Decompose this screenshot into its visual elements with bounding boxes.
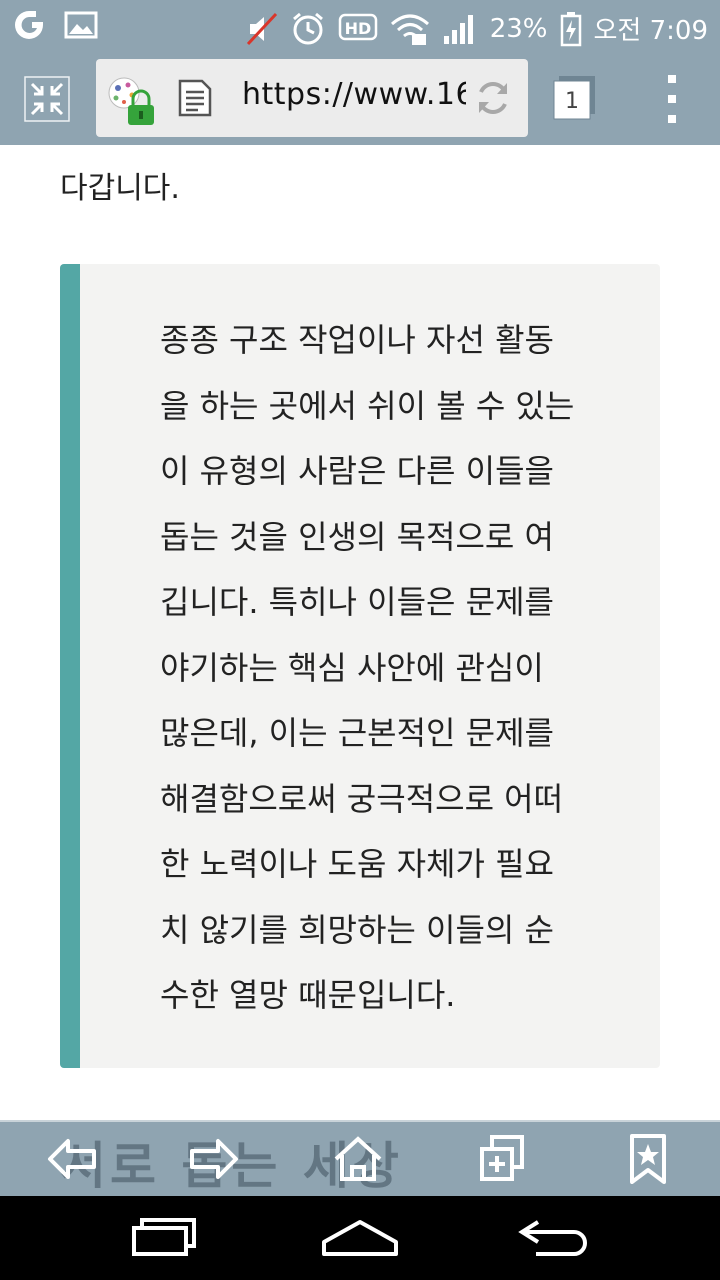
signal-icon — [442, 12, 478, 46]
tab-count: 1 — [565, 89, 579, 114]
quote-line: 돕는 것을 인생의 목적으로 여 — [160, 517, 554, 556]
quote-line: 이 유형의 사람은 다른 이들을 — [160, 452, 554, 490]
quote-line: 치 않기를 희망하는 이들의 순 — [160, 910, 554, 949]
back-nav-icon[interactable] — [514, 1214, 594, 1262]
blockquote-text: 종종 구조 작업이나 자선 활동 을 하는 곳에서 쉬이 볼 수 있는 이 유형… — [160, 308, 580, 1029]
home-nav-icon[interactable] — [320, 1214, 400, 1262]
web-content: 다갑니다. 종종 구조 작업이나 자선 활동 을 하는 곳에서 쉬이 볼 수 있… — [0, 145, 720, 1120]
status-bar-right: HD 23% 오전 7:09 — [246, 10, 708, 47]
reader-mode-icon[interactable] — [178, 79, 212, 117]
blockquote: 종종 구조 작업이나 자선 활동 을 하는 곳에서 쉬이 볼 수 있는 이 유형… — [60, 264, 660, 1068]
wifi-icon — [390, 12, 430, 46]
new-tab-icon[interactable] — [474, 1134, 530, 1184]
quote-line: 깁니다. 특히나 이들은 문제를 — [160, 583, 554, 621]
recent-apps-icon[interactable] — [124, 1214, 204, 1262]
quote-line: 야기하는 핵심 사안에 관심이 — [160, 648, 544, 687]
back-icon[interactable] — [44, 1134, 100, 1184]
forward-icon[interactable] — [186, 1134, 242, 1184]
site-favicon-lock-icon — [104, 71, 160, 127]
battery-percent: 23% — [489, 13, 548, 44]
system-nav-bar — [0, 1196, 720, 1280]
overflow-menu-icon[interactable] — [660, 73, 684, 125]
carrier-icon — [12, 8, 46, 42]
url-text[interactable]: https://www.16 — [242, 77, 466, 121]
home-icon[interactable] — [330, 1134, 386, 1184]
gallery-icon — [64, 10, 98, 40]
address-bar[interactable]: https://www.16 — [96, 59, 528, 137]
hd-icon: HD — [338, 12, 378, 46]
alarm-icon — [290, 11, 326, 47]
lead-text: 다갑니다. — [60, 171, 180, 206]
quote-line: 해결함으로써 궁극적으로 어떠 — [160, 779, 564, 818]
browser-toolbar: https://www.16 1 — [0, 55, 720, 145]
status-bar: HD 23% 오전 7:09 — [0, 0, 720, 55]
quote-line: 한 노력이나 도움 자체가 필요 — [160, 845, 554, 883]
quote-line: 종종 구조 작업이나 자선 활동 — [160, 321, 554, 359]
reload-icon[interactable] — [474, 79, 512, 117]
mute-icon — [246, 12, 278, 46]
blockquote-accent-bar — [60, 264, 80, 1068]
quote-line: 수한 열망 때문입니다. — [160, 976, 456, 1014]
status-time: 오전 7:09 — [593, 16, 709, 46]
tabs-icon[interactable]: 1 — [552, 75, 598, 121]
svg-text:HD: HD — [344, 19, 371, 38]
browser-bottom-bar: 서로 돕는 세상 — [0, 1120, 720, 1196]
battery-icon — [560, 11, 582, 47]
exit-fullscreen-icon[interactable] — [22, 74, 72, 124]
bookmark-icon[interactable] — [620, 1134, 676, 1184]
quote-line: 을 하는 곳에서 쉬이 볼 수 있는 — [160, 386, 575, 425]
quote-line: 많은데, 이는 근본적인 문제를 — [160, 714, 554, 752]
status-bar-left — [12, 8, 98, 42]
